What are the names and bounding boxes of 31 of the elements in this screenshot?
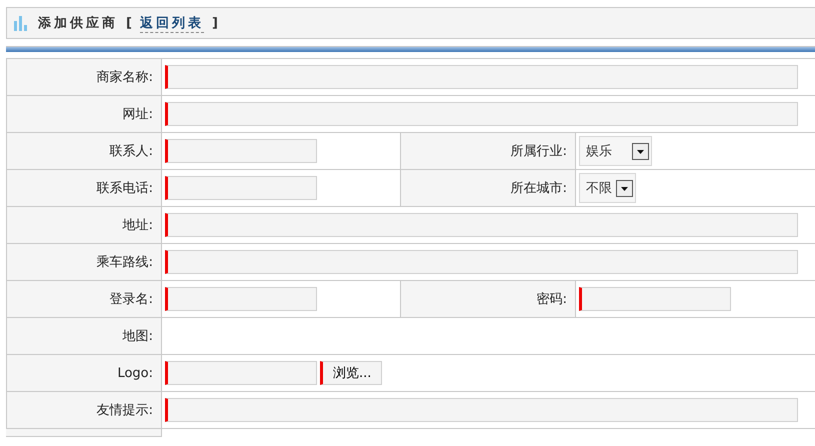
back-link[interactable]: 返回列表 xyxy=(140,14,204,32)
field-label: 地址: xyxy=(122,217,153,234)
input-field[interactable] xyxy=(165,65,798,89)
field-label: 所属行业: xyxy=(510,143,567,160)
input-field[interactable] xyxy=(165,287,317,311)
field-label: 联系电话: xyxy=(96,180,153,197)
field-label: 地图: xyxy=(122,328,153,345)
page-title: 添加供应商 xyxy=(38,14,118,32)
input-field[interactable] xyxy=(165,102,798,126)
browse-button[interactable]: 浏览... xyxy=(320,361,382,385)
field-label: 网址: xyxy=(122,106,153,123)
field-label: 友情提示: xyxy=(96,402,153,419)
field-label: 乘车路线: xyxy=(96,254,153,271)
field-label: 登录名: xyxy=(110,291,153,308)
dropdown[interactable]: 不限 xyxy=(579,173,636,203)
input-field[interactable] xyxy=(579,287,731,311)
field-label: 联系人: xyxy=(110,143,153,160)
chart-icon xyxy=(13,15,30,31)
field-label: Logo: xyxy=(117,366,153,380)
bracket: ] xyxy=(212,16,218,30)
bracket: [ xyxy=(126,16,132,30)
input-field[interactable] xyxy=(165,139,317,163)
dropdown[interactable]: 娱乐 xyxy=(579,136,652,166)
input-field[interactable] xyxy=(165,213,798,237)
field-label: 所在城市: xyxy=(510,180,567,197)
file-path-field[interactable] xyxy=(165,361,317,385)
field-label: 密码: xyxy=(536,291,567,308)
field-label: 商家名称: xyxy=(96,69,153,86)
input-field[interactable] xyxy=(165,176,317,200)
input-field[interactable] xyxy=(165,250,798,274)
input-field[interactable] xyxy=(165,398,798,422)
